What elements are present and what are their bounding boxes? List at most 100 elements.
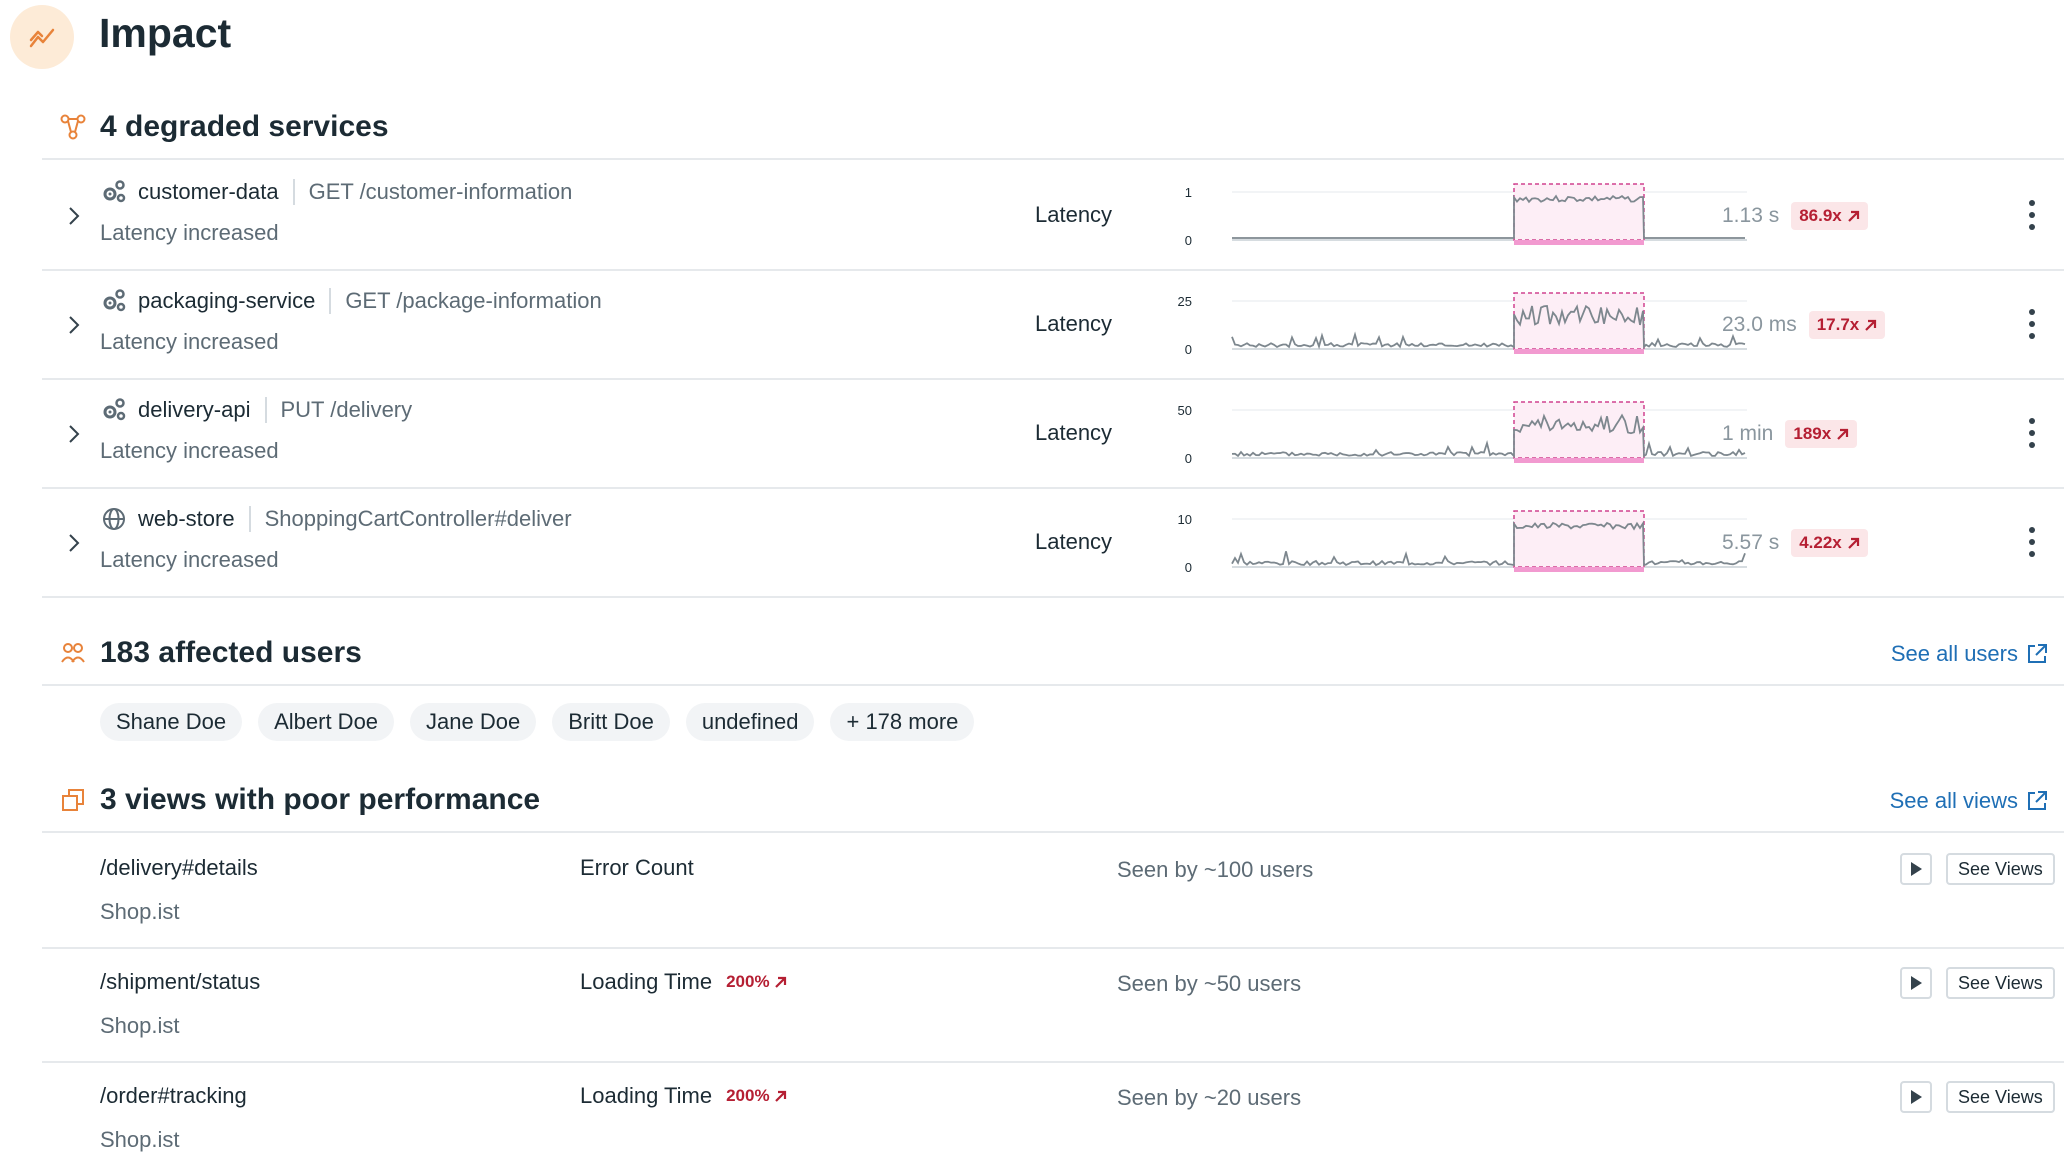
more-options-icon[interactable] (2022, 418, 2042, 448)
more-options-icon[interactable] (2022, 527, 2042, 557)
service-name[interactable]: delivery-api (138, 397, 251, 423)
more-options-icon[interactable] (2022, 309, 2042, 339)
y-max-label: 50 (1178, 403, 1192, 418)
services-icon (100, 178, 128, 206)
poor-views-header: 3 views with poor performance See all vi… (42, 769, 2064, 833)
user-chip[interactable]: Shane Doe (100, 703, 243, 741)
view-path[interactable]: /shipment/status (100, 969, 260, 995)
view-seen-by: Seen by ~100 users (1117, 857, 1314, 882)
see-views-button[interactable]: See Views (1946, 967, 2055, 999)
external-link-icon (2028, 644, 2047, 663)
anomaly-window (1513, 183, 1645, 241)
view-app: Shop.ist (100, 1127, 180, 1152)
chevron-right-icon[interactable] (60, 420, 88, 448)
view-app: Shop.ist (100, 899, 180, 924)
user-chip[interactable]: undefined (685, 703, 815, 741)
latency-series (1231, 304, 1746, 350)
metric-value: 5.57 s (1722, 531, 1780, 554)
service-status: Latency increased (100, 547, 279, 572)
anomaly-window (1513, 510, 1645, 568)
anomaly-bar (1514, 458, 1644, 463)
y-max-label: 10 (1178, 512, 1192, 527)
anomaly-bar (1514, 567, 1644, 572)
service-resource: PUT /delivery (280, 397, 413, 422)
metric-value: 1 min (1722, 422, 1774, 445)
y-max-label: 1 (1185, 185, 1192, 200)
view-change-badge: 200% (726, 972, 786, 992)
metric-label: Latency (1035, 529, 1113, 554)
divider (264, 397, 267, 423)
metric-value: 1.13 s (1722, 204, 1780, 227)
view-seen-by: Seen by ~20 users (1117, 1085, 1302, 1110)
user-chip[interactable]: Jane Doe (410, 703, 537, 741)
view-row: /shipment/status Shop.ist Loading Time 2… (42, 949, 2064, 1063)
see-all-users-label: See all users (1890, 641, 2018, 666)
metric-label: Latency (1035, 311, 1113, 336)
user-chip[interactable]: Albert Doe (258, 703, 395, 741)
y-min-label: 0 (1185, 451, 1192, 466)
see-all-views-label: See all views (1889, 788, 2018, 813)
latency-series (1231, 413, 1746, 459)
divider (292, 179, 295, 205)
play-icon[interactable] (1900, 1081, 1932, 1113)
chevron-right-icon[interactable] (60, 311, 88, 339)
affected-users-title: 183 affected users (100, 636, 362, 669)
view-seen-by: Seen by ~50 users (1117, 971, 1302, 996)
view-metric: Loading Time (580, 969, 713, 994)
service-status: Latency increased (100, 329, 279, 354)
latency-series (1231, 520, 1746, 567)
metric-label: Latency (1035, 202, 1113, 227)
chevron-right-icon[interactable] (60, 529, 88, 557)
y-min-label: 0 (1185, 342, 1192, 357)
views-icon (58, 785, 88, 815)
more-users-chip[interactable]: + 178 more (830, 703, 975, 741)
view-row: /order#tracking Shop.ist Loading Time 20… (42, 1063, 2064, 1162)
service-name[interactable]: web-store (138, 506, 235, 532)
users-icon (58, 638, 88, 668)
see-all-views-link[interactable]: See all views (1890, 769, 2048, 833)
see-views-button[interactable]: See Views (1946, 853, 2055, 885)
divider (248, 506, 251, 532)
affected-users-header: 183 affected users See all users (42, 622, 2064, 686)
chevron-right-icon[interactable] (60, 202, 88, 230)
change-badge: 86.9x (1791, 202, 1868, 230)
user-chip[interactable]: Britt Doe (552, 703, 670, 741)
service-name[interactable]: customer-data (138, 179, 279, 205)
view-path[interactable]: /order#tracking (100, 1083, 247, 1109)
change-badge: 4.22x (1791, 529, 1868, 557)
services-icon (100, 396, 128, 424)
view-path[interactable]: /delivery#details (100, 855, 258, 881)
service-name[interactable]: packaging-service (138, 288, 315, 314)
service-resource: GET /package-information (345, 288, 602, 313)
service-status: Latency increased (100, 438, 279, 463)
service-row[interactable]: delivery-api PUT /delivery Latency incre… (42, 380, 2064, 489)
see-all-users-link[interactable]: See all users (1891, 622, 2048, 686)
service-resource: ShoppingCartController#deliver (264, 506, 572, 531)
service-row[interactable]: customer-data GET /customer-information … (42, 162, 2064, 271)
latency-series (1232, 194, 1745, 239)
service-status: Latency increased (100, 220, 279, 245)
latency-sparkline: 50 0 (1178, 401, 1747, 466)
play-icon[interactable] (1900, 967, 1932, 999)
view-app: Shop.ist (100, 1013, 180, 1038)
metric-value: 23.0 ms (1722, 313, 1797, 336)
view-metric: Error Count (580, 855, 694, 880)
latency-sparkline: 10 (1185, 183, 1747, 248)
change-badge: 17.7x (1808, 311, 1886, 339)
service-resource: GET /customer-information (308, 179, 573, 204)
view-row: /delivery#details Shop.ist Error Count S… (42, 835, 2064, 949)
poor-views-title: 3 views with poor performance (100, 783, 541, 816)
more-options-icon[interactable] (2022, 200, 2042, 230)
view-metric: Loading Time (580, 1083, 713, 1108)
service-row[interactable]: web-store ShoppingCartController#deliver… (42, 489, 2064, 598)
play-icon[interactable] (1900, 853, 1932, 885)
user-chips: Shane Doe Albert Doe Jane Doe Britt Doe unde… (100, 703, 975, 741)
anomaly-bar (1514, 240, 1644, 245)
latency-sparkline: 25 0 (1178, 292, 1747, 357)
see-views-button[interactable]: See Views (1946, 1081, 2055, 1113)
impact-icon (10, 5, 74, 69)
degraded-services-header: 4 degraded services (42, 96, 2064, 160)
change-badge: 189x (1785, 420, 1858, 448)
y-max-label: 25 (1178, 294, 1192, 309)
service-row[interactable]: packaging-service GET /package-informati… (42, 271, 2064, 380)
